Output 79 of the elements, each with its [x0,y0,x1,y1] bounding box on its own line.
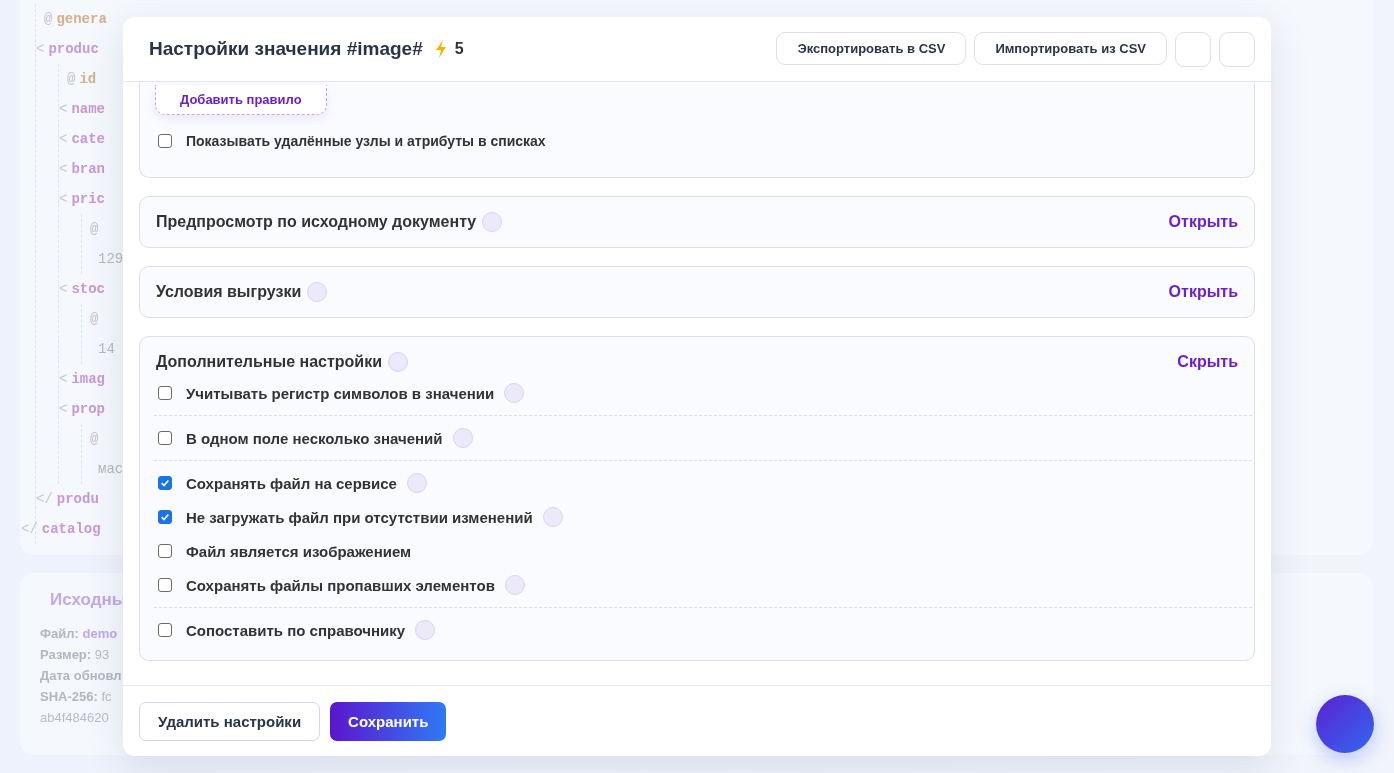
checkbox-label: Сохранять файлы пропавших элементов [186,576,495,594]
checkbox[interactable] [158,431,172,445]
help-icon[interactable] [452,428,473,448]
code-tag: produc [48,41,99,57]
code-sigil: </ [36,491,53,507]
checkbox-label: В одном поле несколько значений [186,429,443,447]
file-info-line: ab4f484620 [40,709,110,727]
file-info-line: Дата обновл [40,667,123,685]
help-icon[interactable] [542,507,563,527]
checkmark-icon [160,512,170,522]
code-tag: produ [56,491,99,507]
help-icon[interactable] [504,575,525,595]
save-button[interactable]: Сохранить [330,701,447,741]
code-tag: stoc [71,281,105,297]
header-button[interactable]: Экспортировать в CSV [776,31,967,65]
help-icon[interactable] [388,352,408,372]
checkbox-label: Не загружать файл при отсутствии изменений [186,508,533,526]
toggle-link[interactable]: Открыть [1168,283,1238,301]
toggle-link[interactable]: Скрыть [1177,353,1238,371]
checkbox-label: Сохранять файл на сервисе [186,474,397,492]
square-button[interactable] [1219,31,1255,67]
file-info-line: Файл: demo [40,625,119,643]
code-tag: prop [71,401,105,417]
code-tag: pric [71,191,105,207]
code-text: 14 [98,341,115,357]
checkbox[interactable] [158,623,172,637]
code-tag: imag [71,371,105,387]
code-attribute: genera [56,11,107,27]
code-sigil: @ [90,431,99,447]
code-sigil: < [59,281,68,297]
checkbox-label: Учитывать регистр символов в значении [186,384,495,402]
code-sigil: </ [21,521,38,537]
code-sigil: < [59,371,68,387]
code-sigil: @ [90,221,99,237]
add-rule-button[interactable]: Добавить правило [155,85,327,115]
checkbox-label: Показывать удалённые узлы и атрибуты в списках [186,133,546,149]
dialog-title: Настройки значения #image# [149,38,423,60]
checkbox[interactable] [158,578,172,592]
checkbox[interactable] [158,386,172,400]
file-info-line: Размер: 93 [40,646,111,664]
checkbox-label: Сопоставить по справочнику [186,621,406,639]
checkbox[interactable] [158,510,172,524]
section-title: Дополнительные настройки [156,353,382,371]
code-sigil: < [59,191,68,207]
code-tag: catalog [41,521,101,537]
checkbox-label: Файл является изображением [186,542,412,560]
toggle-link[interactable]: Открыть [1168,213,1238,231]
help-icon[interactable] [406,473,427,493]
help-icon[interactable] [504,383,525,403]
help-icon[interactable] [482,212,503,232]
code-sigil: < [59,101,68,117]
help-icon[interactable] [415,620,436,640]
delete-button[interactable]: Удалить настройки [139,701,321,741]
panel-title: Исходны [50,590,128,610]
code-sigil: < [59,131,68,147]
code-sigil: < [59,401,68,417]
checkmark-icon [160,478,170,488]
count-text: 5 [454,40,464,58]
code-sigil: @ [44,11,53,27]
lightning-icon [434,40,447,58]
file-info-line: SHA-256: fc [40,688,113,706]
code-attribute: id [79,71,97,87]
square-button[interactable] [1175,31,1211,67]
header-button[interactable]: Импортировать из CSV [974,31,1167,65]
code-tag: name [71,101,105,117]
code-sigil: < [59,161,68,177]
checkbox[interactable] [158,476,172,490]
code-sigil: @ [90,311,99,327]
code-tag: bran [71,161,105,177]
section-title: Предпросмотр по исходному документу [156,213,477,231]
help-icon[interactable] [307,282,328,302]
code-sigil: @ [67,71,76,87]
checkbox[interactable] [158,134,172,148]
code-text: мас [98,461,123,477]
code-sigil: < [36,41,45,57]
checkbox[interactable] [158,544,172,558]
code-tag: cate [71,131,105,147]
code-text: 129 [98,251,123,267]
section-title: Условия выгрузки [156,283,302,301]
